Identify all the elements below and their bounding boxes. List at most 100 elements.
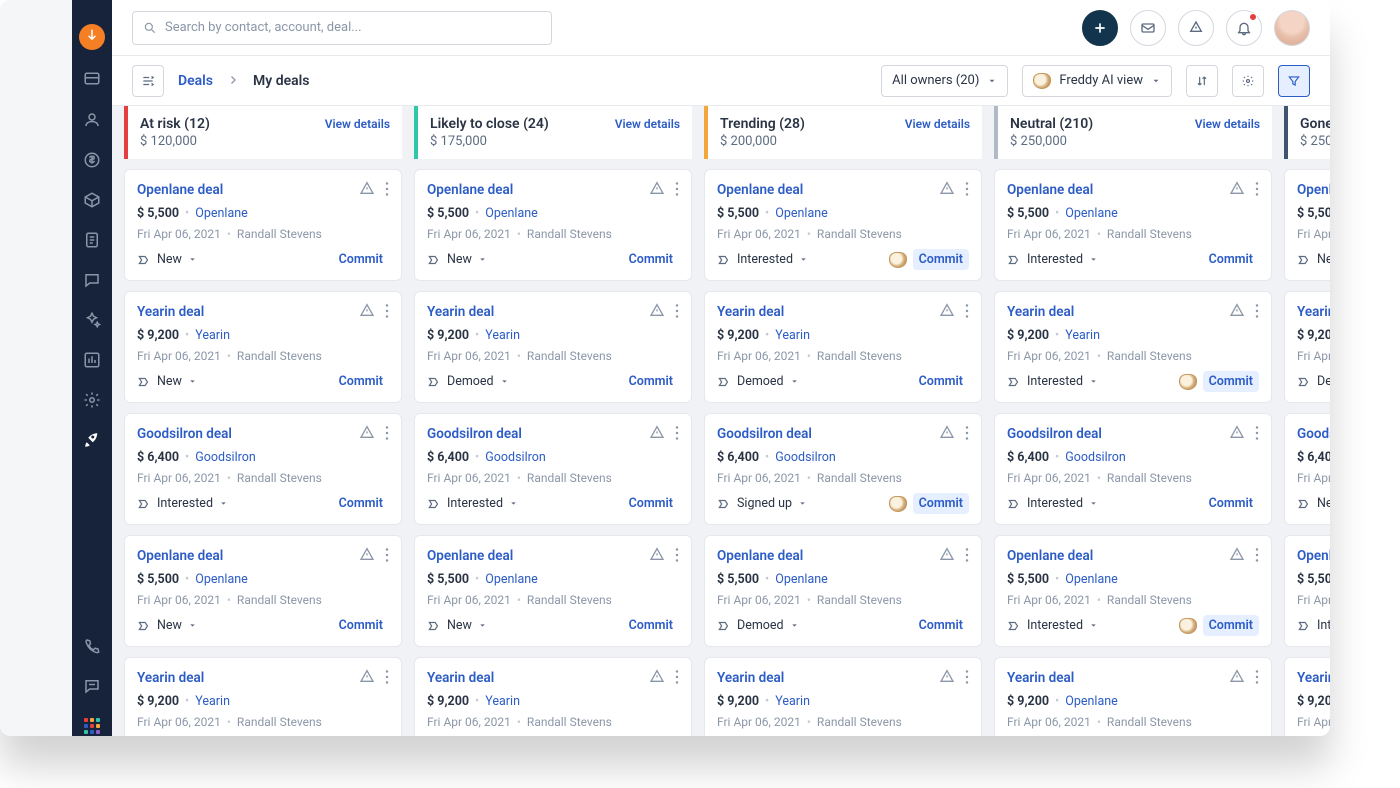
stage-dropdown[interactable]: Signed up	[717, 496, 807, 511]
account-link[interactable]: Goodsilron	[195, 450, 256, 465]
deal-name-link[interactable]: Goodsilron deal	[717, 426, 812, 442]
stage-dropdown[interactable]: Interested	[1007, 374, 1098, 389]
deal-card[interactable]: Yearin deal$ 9,200•YearinFri Apr 06, 202…	[1284, 657, 1330, 736]
nav-documents-icon[interactable]	[82, 230, 102, 250]
warning-icon[interactable]	[649, 180, 665, 200]
deal-name-link[interactable]: Yearin deal	[1007, 304, 1074, 320]
view-details-link[interactable]: View details	[1195, 117, 1260, 131]
account-link[interactable]: Openlane	[1065, 206, 1118, 221]
nav-chat-icon[interactable]	[82, 270, 102, 290]
warning-icon[interactable]	[649, 668, 665, 688]
deal-name-link[interactable]: Openlane deal	[137, 182, 223, 198]
view-details-link[interactable]: View details	[615, 117, 680, 131]
account-link[interactable]: Yearin	[485, 694, 520, 709]
more-menu-icon[interactable]	[1255, 303, 1259, 322]
nav-apps-icon[interactable]	[82, 716, 102, 736]
deal-card[interactable]: Openlane deal$ 5,500•OpenlaneFri Apr 06,…	[1284, 169, 1330, 281]
commit-button[interactable]: Commit	[623, 249, 679, 270]
more-menu-icon[interactable]	[385, 547, 389, 566]
more-menu-icon[interactable]	[965, 547, 969, 566]
activity-button[interactable]	[1178, 10, 1214, 46]
commit-button[interactable]: Commit	[1203, 493, 1259, 514]
account-link[interactable]: Openlane	[485, 572, 538, 587]
deal-name-link[interactable]: Yearin deal	[1297, 304, 1330, 320]
warning-icon[interactable]	[1229, 668, 1245, 688]
sort-button[interactable]	[1186, 65, 1218, 97]
stage-dropdown[interactable]: Interested	[1007, 618, 1098, 633]
warning-icon[interactable]	[649, 424, 665, 444]
deal-card[interactable]: Yearin deal$ 9,200•YearinFri Apr 06, 202…	[704, 291, 982, 403]
more-menu-icon[interactable]	[1255, 547, 1259, 566]
deal-name-link[interactable]: Yearin deal	[1007, 670, 1074, 686]
deal-card[interactable]: Goodsilron deal$ 6,400•GoodsilronFri Apr…	[704, 413, 982, 525]
warning-icon[interactable]	[939, 180, 955, 200]
commit-button[interactable]: Commit	[913, 249, 969, 270]
deal-card[interactable]: Goodsilron deal$ 6,400•GoodsilronFri Apr…	[1284, 413, 1330, 525]
stage-dropdown[interactable]: New	[137, 252, 197, 267]
commit-button[interactable]: Commit	[333, 371, 389, 392]
view-dropdown[interactable]: Freddy AI view	[1022, 65, 1172, 97]
deal-card[interactable]: Yearin deal$ 9,200•YearinFri Apr 06, 202…	[124, 657, 402, 736]
deal-card[interactable]: Goodsilron deal$ 6,400•GoodsilronFri Apr…	[994, 413, 1272, 525]
stage-dropdown[interactable]: Interested	[427, 496, 518, 511]
deal-name-link[interactable]: Yearin deal	[427, 670, 494, 686]
deal-name-link[interactable]: Openlane deal	[1007, 182, 1093, 198]
stage-dropdown[interactable]: Interested	[1007, 252, 1098, 267]
more-menu-icon[interactable]	[1255, 425, 1259, 444]
warning-icon[interactable]	[939, 668, 955, 688]
commit-button[interactable]: Commit	[913, 371, 969, 392]
commit-button[interactable]: Commit	[623, 615, 679, 636]
deal-name-link[interactable]: Openlane deal	[137, 548, 223, 564]
nav-inbox-icon[interactable]	[82, 676, 102, 696]
stage-dropdown[interactable]: Demoed	[1297, 374, 1330, 389]
account-link[interactable]: Yearin	[195, 328, 230, 343]
deal-card[interactable]: Yearin deal$ 9,200•YearinFri Apr 06, 202…	[994, 291, 1272, 403]
view-details-link[interactable]: View details	[325, 117, 390, 131]
more-menu-icon[interactable]	[385, 181, 389, 200]
commit-button[interactable]: Commit	[333, 249, 389, 270]
stage-dropdown[interactable]: Interested	[137, 496, 228, 511]
stage-dropdown[interactable]: Interested	[1007, 496, 1098, 511]
deal-name-link[interactable]: Goodsilron deal	[427, 426, 522, 442]
more-menu-icon[interactable]	[385, 669, 389, 688]
deal-name-link[interactable]: Yearin deal	[137, 670, 204, 686]
deal-card[interactable]: Openlane deal$ 5,500•OpenlaneFri Apr 06,…	[124, 535, 402, 647]
stage-dropdown[interactable]: New	[137, 618, 197, 633]
deal-card[interactable]: Openlane deal$ 5,500•OpenlaneFri Apr 06,…	[994, 535, 1272, 647]
account-link[interactable]: Yearin	[1065, 328, 1100, 343]
nav-deals-icon[interactable]	[82, 150, 102, 170]
deal-name-link[interactable]: Yearin deal	[717, 670, 784, 686]
nav-dashboard-icon[interactable]	[82, 70, 102, 90]
account-link[interactable]: Yearin	[775, 694, 810, 709]
filter-button[interactable]	[1278, 65, 1310, 97]
warning-icon[interactable]	[359, 180, 375, 200]
nav-reports-icon[interactable]	[82, 350, 102, 370]
deal-card[interactable]: Openlane deal$ 5,500•OpenlaneFri Apr 06,…	[414, 535, 692, 647]
more-menu-icon[interactable]	[385, 303, 389, 322]
deal-card[interactable]: Openlane deal$ 5,500•OpenlaneFri Apr 06,…	[994, 169, 1272, 281]
deal-card[interactable]: Openlane deal$ 5,500•OpenlaneFri Apr 06,…	[704, 169, 982, 281]
deal-card[interactable]: Openlane deal$ 5,500•OpenlaneFri Apr 06,…	[414, 169, 692, 281]
deal-name-link[interactable]: Yearin deal	[427, 304, 494, 320]
stage-dropdown[interactable]: New	[1297, 496, 1330, 511]
avatar[interactable]	[1274, 10, 1310, 46]
warning-icon[interactable]	[939, 302, 955, 322]
stage-dropdown[interactable]: New	[1297, 252, 1330, 267]
commit-button[interactable]: Commit	[623, 493, 679, 514]
deal-card[interactable]: Yearin deal$ 9,200•YearinFri Apr 06, 202…	[414, 291, 692, 403]
deal-name-link[interactable]: Openlane deal	[427, 182, 513, 198]
commit-button[interactable]: Commit	[1203, 371, 1259, 392]
deal-name-link[interactable]: Goodsilron deal	[1007, 426, 1102, 442]
nav-rocket-icon[interactable]	[82, 430, 102, 450]
deal-name-link[interactable]: Goodsilron deal	[1297, 426, 1330, 442]
deal-card[interactable]: Goodsilron deal$ 6,400•GoodsilronFri Apr…	[124, 413, 402, 525]
commit-button[interactable]: Commit	[333, 615, 389, 636]
deal-name-link[interactable]: Yearin deal	[1297, 670, 1330, 686]
settings-dropdown[interactable]	[1232, 65, 1264, 97]
more-menu-icon[interactable]	[675, 303, 679, 322]
more-menu-icon[interactable]	[965, 425, 969, 444]
warning-icon[interactable]	[649, 546, 665, 566]
owners-dropdown[interactable]: All owners (20)	[881, 65, 1008, 97]
more-menu-icon[interactable]	[675, 425, 679, 444]
commit-button[interactable]: Commit	[1203, 615, 1259, 636]
